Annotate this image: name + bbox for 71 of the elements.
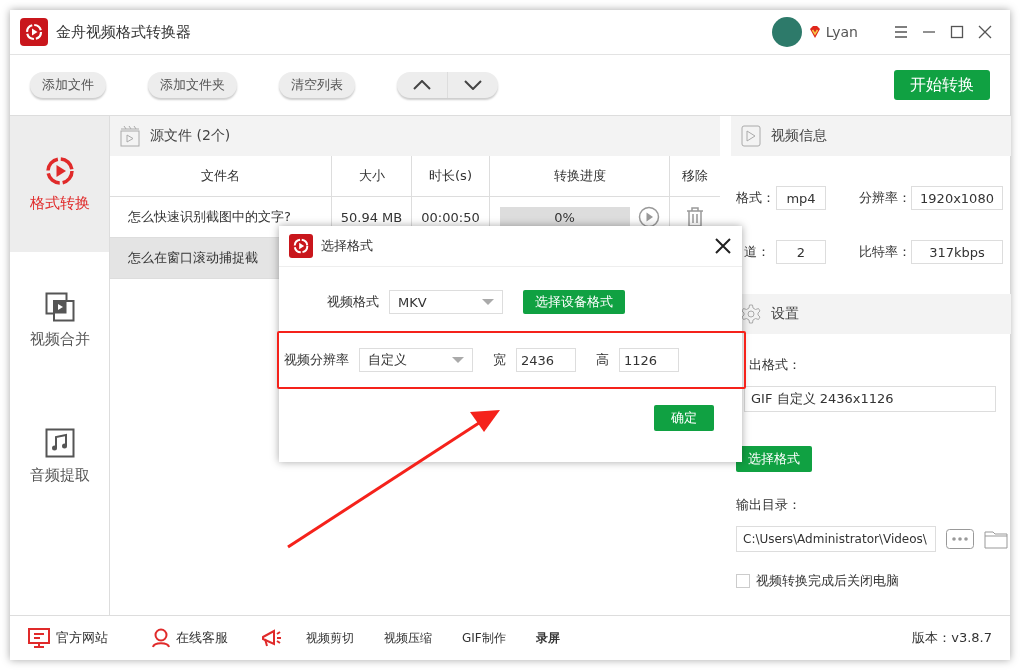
column-header: 时长(s) bbox=[412, 156, 490, 196]
progress-text: 0% bbox=[554, 209, 575, 225]
settings-icon bbox=[741, 304, 761, 324]
field-label: 输出目录： bbox=[736, 496, 801, 514]
version-text: 版本：v3.8.7 bbox=[912, 629, 992, 647]
panel-title: 视频信息 bbox=[771, 127, 827, 145]
chevron-down-icon bbox=[464, 80, 482, 90]
field-label: 分辨率： bbox=[858, 189, 911, 207]
app-logo bbox=[289, 234, 313, 258]
dialog-title: 选择格式 bbox=[321, 237, 373, 255]
toolbar-button[interactable]: 添加文件 bbox=[30, 72, 106, 98]
field-label: 格式： bbox=[736, 189, 776, 207]
music-note-icon bbox=[44, 427, 75, 458]
footer-link[interactable]: 视频剪切 bbox=[306, 629, 354, 647]
dropdown[interactable]: MKV bbox=[389, 290, 503, 314]
checkbox[interactable] bbox=[736, 574, 750, 588]
field-label: 视频格式 bbox=[326, 293, 379, 311]
checkbox-label: 视频转换完成后关闭电脑 bbox=[756, 572, 899, 590]
caret-icon bbox=[452, 357, 464, 363]
panel-title: 设置 bbox=[771, 305, 799, 323]
footer-link[interactable]: 视频压缩 bbox=[384, 629, 432, 647]
window-title: 金舟视频格式转换器 bbox=[56, 22, 191, 42]
close-icon[interactable] bbox=[714, 237, 732, 255]
info-field: 317kbps bbox=[911, 240, 1003, 264]
user-name[interactable]: Lyan bbox=[825, 24, 858, 40]
avatar[interactable] bbox=[771, 17, 802, 47]
sidebar-tab[interactable]: 音频提取 bbox=[10, 388, 109, 524]
output-format-field[interactable]: GIF 自定义 2436x1126 bbox=[744, 386, 996, 412]
play-circle-icon bbox=[44, 155, 75, 186]
maximize-icon[interactable] bbox=[950, 25, 964, 39]
column-header: 文件名 bbox=[110, 156, 332, 196]
video-file-icon bbox=[120, 125, 140, 147]
field-label: 高 bbox=[596, 351, 609, 369]
column-header: 转换进度 bbox=[490, 156, 670, 196]
play-icon[interactable] bbox=[637, 206, 660, 228]
height-field[interactable]: 1126 bbox=[619, 348, 679, 372]
chevron-up-icon bbox=[413, 80, 431, 90]
app-logo bbox=[20, 18, 48, 46]
info-field: 2 bbox=[776, 240, 826, 264]
field-label: 出格式： bbox=[748, 356, 801, 374]
more-icon[interactable] bbox=[946, 529, 974, 549]
field-label: 比特率： bbox=[858, 243, 911, 261]
person-icon bbox=[152, 628, 170, 648]
footer-link[interactable]: 在线客服 bbox=[176, 629, 228, 647]
gem-icon bbox=[807, 25, 822, 39]
footer-link[interactable]: GIF制作 bbox=[462, 629, 506, 647]
video-file-icon bbox=[741, 125, 761, 147]
width-field[interactable]: 2436 bbox=[516, 348, 576, 372]
field-label: 视频分辨率 bbox=[283, 351, 349, 369]
field-label: 道： bbox=[743, 243, 771, 261]
column-header: 大小 bbox=[332, 156, 412, 196]
toolbar-button[interactable]: 清空列表 bbox=[279, 72, 355, 98]
field-label: 宽 bbox=[493, 351, 506, 369]
stacked-video-icon bbox=[44, 291, 75, 322]
trash-icon[interactable] bbox=[686, 207, 704, 227]
footer-link[interactable]: 官方网站 bbox=[56, 629, 108, 647]
column-header: 移除 bbox=[681, 167, 709, 185]
sidebar-tab[interactable]: 格式转换 bbox=[10, 116, 109, 252]
info-field: mp4 bbox=[776, 186, 826, 210]
footer-link[interactable]: 录屏 bbox=[535, 629, 560, 647]
toolbar-button[interactable]: 添加文件夹 bbox=[148, 72, 237, 98]
caret-icon bbox=[482, 299, 494, 305]
menu-icon[interactable] bbox=[894, 25, 908, 39]
dropdown[interactable]: 自定义 bbox=[359, 348, 473, 372]
output-dir-field[interactable]: C:\Users\Administrator\Videos\ bbox=[736, 526, 936, 552]
megaphone-icon bbox=[260, 628, 282, 648]
close-icon[interactable] bbox=[978, 25, 992, 39]
panel-title: 源文件 (2个) bbox=[150, 127, 231, 145]
info-field: 1920x1080 bbox=[911, 186, 1003, 210]
monitor-icon bbox=[28, 628, 50, 648]
sidebar-tab[interactable]: 视频合并 bbox=[10, 252, 109, 388]
